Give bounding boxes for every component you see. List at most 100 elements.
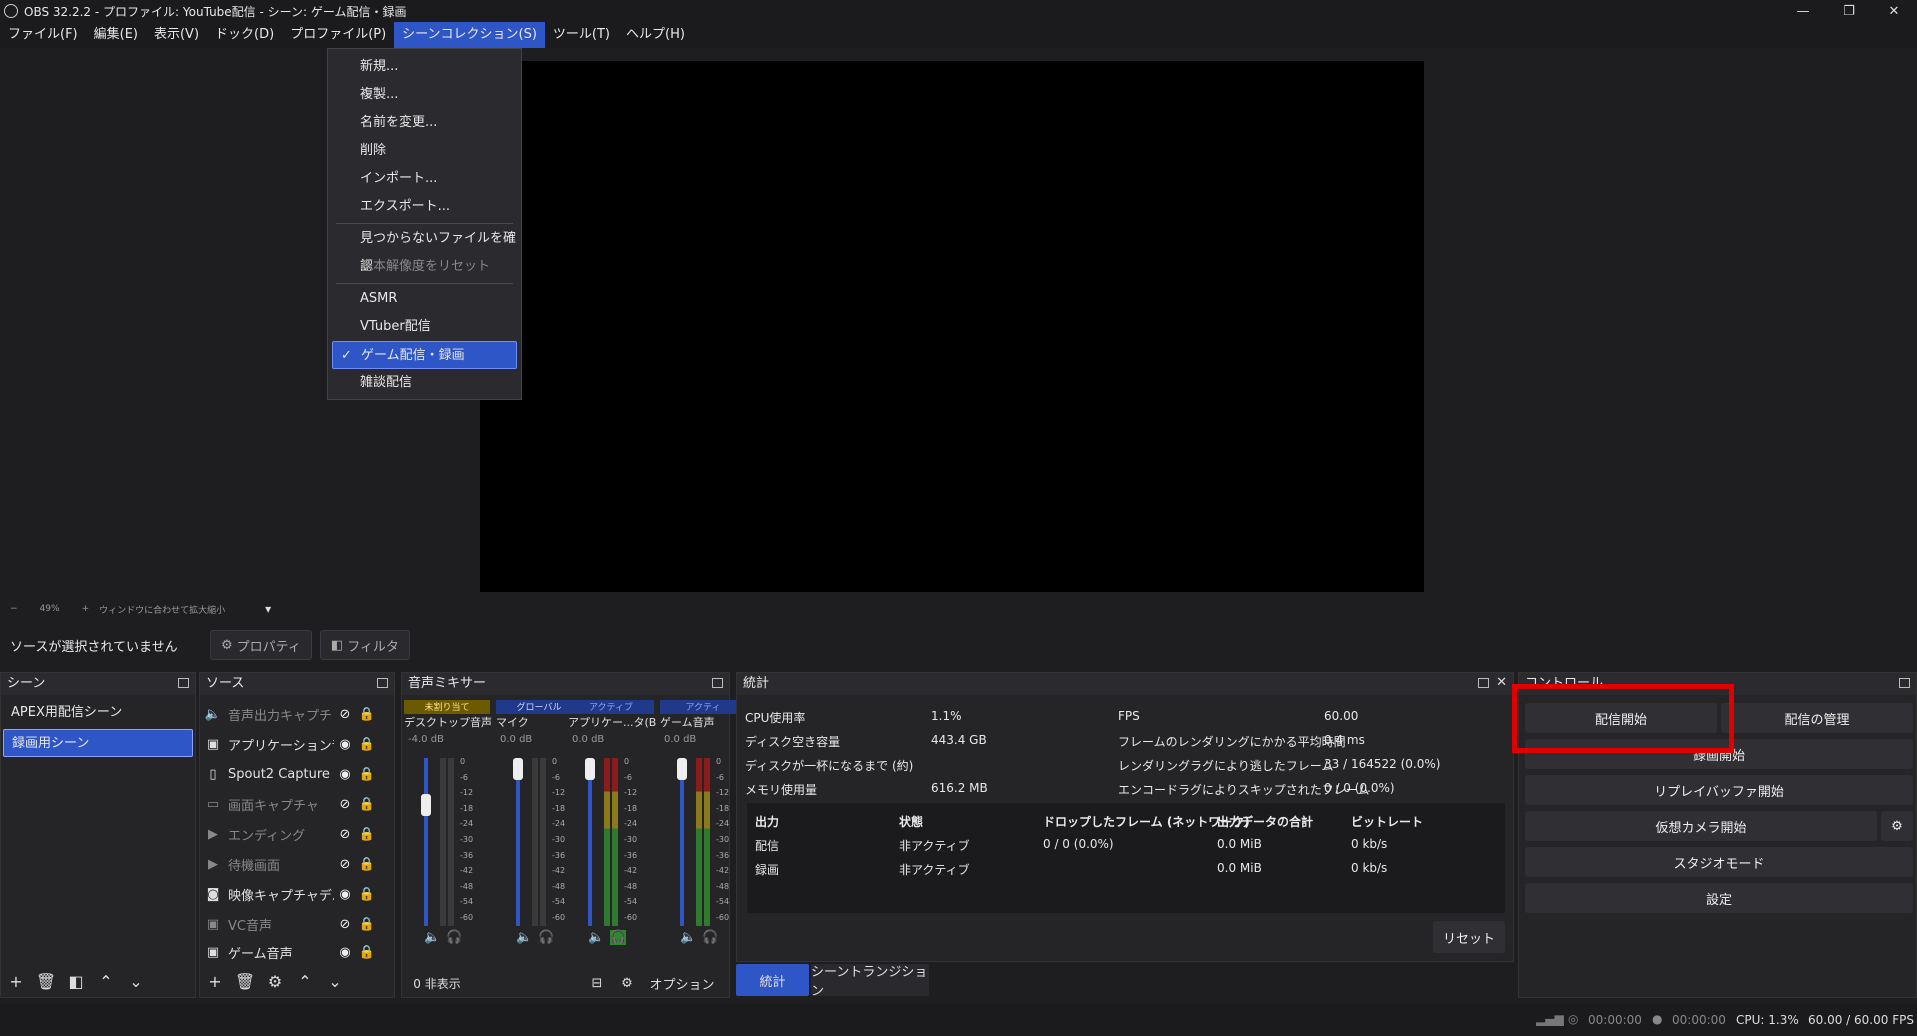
source-item[interactable]: ▭ 画面キャプチャ ⊘ 🔒 [204,789,384,819]
options-dropdown[interactable]: オプション [642,974,722,993]
source-item[interactable]: ◙ 映像キャプチャデバ ◉ 🔒 [204,879,384,909]
menu-item-export[interactable]: エクスポート... [332,193,517,221]
volume-fader[interactable] [516,758,520,926]
float-icon[interactable] [712,678,723,688]
channel-name[interactable]: ゲーム音声 [660,714,748,730]
eye-hidden-icon[interactable]: ⊘ [334,917,356,932]
eye-hidden-icon[interactable]: ⊘ [334,827,356,842]
source-item[interactable]: ▣ VC音声 ⊘ 🔒 [204,909,384,939]
headphones-icon[interactable]: 🎧 [538,930,554,945]
filters-button[interactable]: ◧ フィルタ [319,630,410,660]
menu-item-delete[interactable]: 削除 [332,137,517,165]
muted-speaker-icon[interactable]: 🔈 [516,930,532,945]
menu-docks[interactable]: ドック(D) [207,22,282,48]
source-item[interactable]: ▶ 待機画面 ⊘ 🔒 [204,849,384,879]
menu-scene-collection[interactable]: シーンコレクション(S) [394,22,545,48]
move-down-icon[interactable]: ⌄ [320,972,350,991]
lock-icon[interactable]: 🔒 [356,945,378,960]
source-item[interactable]: ▶ エンディング ⊘ 🔒 [204,819,384,849]
lock-icon[interactable]: 🔒 [356,917,378,932]
add-icon[interactable]: + [1,972,31,991]
float-icon[interactable] [1899,678,1910,688]
menu-help[interactable]: ヘルプ(H) [618,22,693,48]
headphones-icon[interactable]: 🎧 [610,930,627,945]
trash-icon[interactable]: 🗑 [31,972,61,991]
menu-item-rename[interactable]: 名前を変更... [332,109,517,137]
float-icon[interactable] [1478,678,1489,688]
fader-knob[interactable] [677,758,687,780]
lock-icon[interactable]: 🔒 [356,887,378,902]
replay-buffer-button[interactable]: リプレイバッファ開始 [1525,775,1913,805]
scene-item-selected[interactable]: 録画用シーン [3,729,193,757]
channel-name[interactable]: アプリケー...タ(B) 2 [568,714,656,730]
vcam-settings-gear-icon[interactable]: ⚙ [1881,811,1913,841]
eye-hidden-icon[interactable]: ⊘ [334,857,356,872]
lock-icon[interactable]: 🔒 [356,707,378,722]
zoom-fit-label[interactable]: ウィンドウに合わせて拡大縮小 [99,603,225,616]
virtual-camera-button[interactable]: 仮想カメラ開始 [1525,811,1877,841]
source-item[interactable]: ▣ アプリケーション音声◉🔒 [204,729,384,759]
eye-icon[interactable]: ◉ [334,767,356,782]
close-window-button[interactable]: ✕ [1871,0,1917,22]
menu-tools[interactable]: ツール(T) [545,22,618,48]
source-item[interactable]: ▯ Spout2 Capture ◉ 🔒 [204,759,384,789]
muted-speaker-icon[interactable]: 🔈 [424,930,440,945]
tab-scene-transitions[interactable]: シーントランジション [811,964,929,999]
headphones-icon[interactable]: 🎧 [446,930,462,945]
lock-icon[interactable]: 🔒 [356,857,378,872]
fader-knob[interactable] [513,758,523,780]
fader-knob[interactable] [421,794,431,816]
menu-file[interactable]: ファイル(F) [0,22,86,48]
lock-icon[interactable]: 🔒 [356,827,378,842]
reset-button[interactable]: リセット [1433,921,1505,953]
volume-fader[interactable] [424,758,428,926]
collection-asmr[interactable]: ASMR [332,285,517,313]
float-icon[interactable] [178,678,189,688]
move-down-icon[interactable]: ⌄ [121,972,151,991]
studio-mode-button[interactable]: スタジオモード [1525,847,1913,877]
volume-fader[interactable] [588,758,592,926]
zoom-in-button[interactable]: + [82,604,90,614]
eye-icon[interactable]: ◉ [334,737,356,752]
speaker-icon[interactable]: 🔈 [680,930,696,945]
scene-item[interactable]: APEX用配信シーン [3,699,193,727]
menu-view[interactable]: 表示(V) [146,22,207,48]
restore-button[interactable]: ❐ [1826,0,1872,22]
menu-item-duplicate[interactable]: 複製... [332,81,517,109]
eye-hidden-icon[interactable]: ⊘ [334,707,356,722]
source-item[interactable]: ▣ ゲーム音声 ◉ 🔒 [204,937,384,967]
collection-chat[interactable]: 雑談配信 [332,369,517,397]
collection-game-selected[interactable]: ✓ ゲーム配信・録画 [332,341,517,369]
settings-button[interactable]: 設定 [1525,883,1913,913]
trash-icon[interactable]: 🗑 [230,972,260,991]
volume-fader[interactable] [680,758,684,926]
source-item[interactable]: 🔈 音声出力キャプチ ⊘ 🔒 [204,699,384,729]
menu-item-new[interactable]: 新規... [332,53,517,81]
menu-item-import[interactable]: インポート... [332,165,517,193]
float-icon[interactable] [377,678,388,688]
lock-icon[interactable]: 🔒 [356,767,378,782]
minimize-button[interactable]: — [1780,0,1826,22]
zoom-dropdown-icon[interactable]: ▾ [265,602,271,616]
headphones-icon[interactable]: 🎧 [702,930,718,945]
move-up-icon[interactable]: ⌃ [91,972,121,991]
channel-name[interactable]: デスクトップ音声 [404,714,492,730]
menu-item-check-missing[interactable]: 見つからないファイルを確認 [332,225,517,274]
filter-icon[interactable]: ◧ [61,972,91,991]
eye-icon[interactable]: ◉ [334,887,356,902]
lock-icon[interactable]: 🔒 [356,797,378,812]
zoom-out-button[interactable]: − [10,604,18,614]
eye-hidden-icon[interactable]: ⊘ [334,797,356,812]
advanced-audio-icon[interactable]: ⚙ [612,976,642,991]
layout-icon[interactable]: ⊟ [582,976,612,991]
tab-stats[interactable]: 統計 [736,964,809,996]
lock-icon[interactable]: 🔒 [356,737,378,752]
speaker-icon[interactable]: 🔈 [588,930,604,945]
fader-knob[interactable] [585,758,595,780]
properties-button[interactable]: ⚙ プロパティ [210,630,312,660]
close-icon[interactable]: ✕ [1496,675,1507,690]
collection-vtuber[interactable]: VTuber配信 [332,313,517,341]
gear-icon[interactable]: ⚙ [260,972,290,991]
menu-edit[interactable]: 編集(E) [86,22,146,48]
add-icon[interactable]: + [200,972,230,991]
